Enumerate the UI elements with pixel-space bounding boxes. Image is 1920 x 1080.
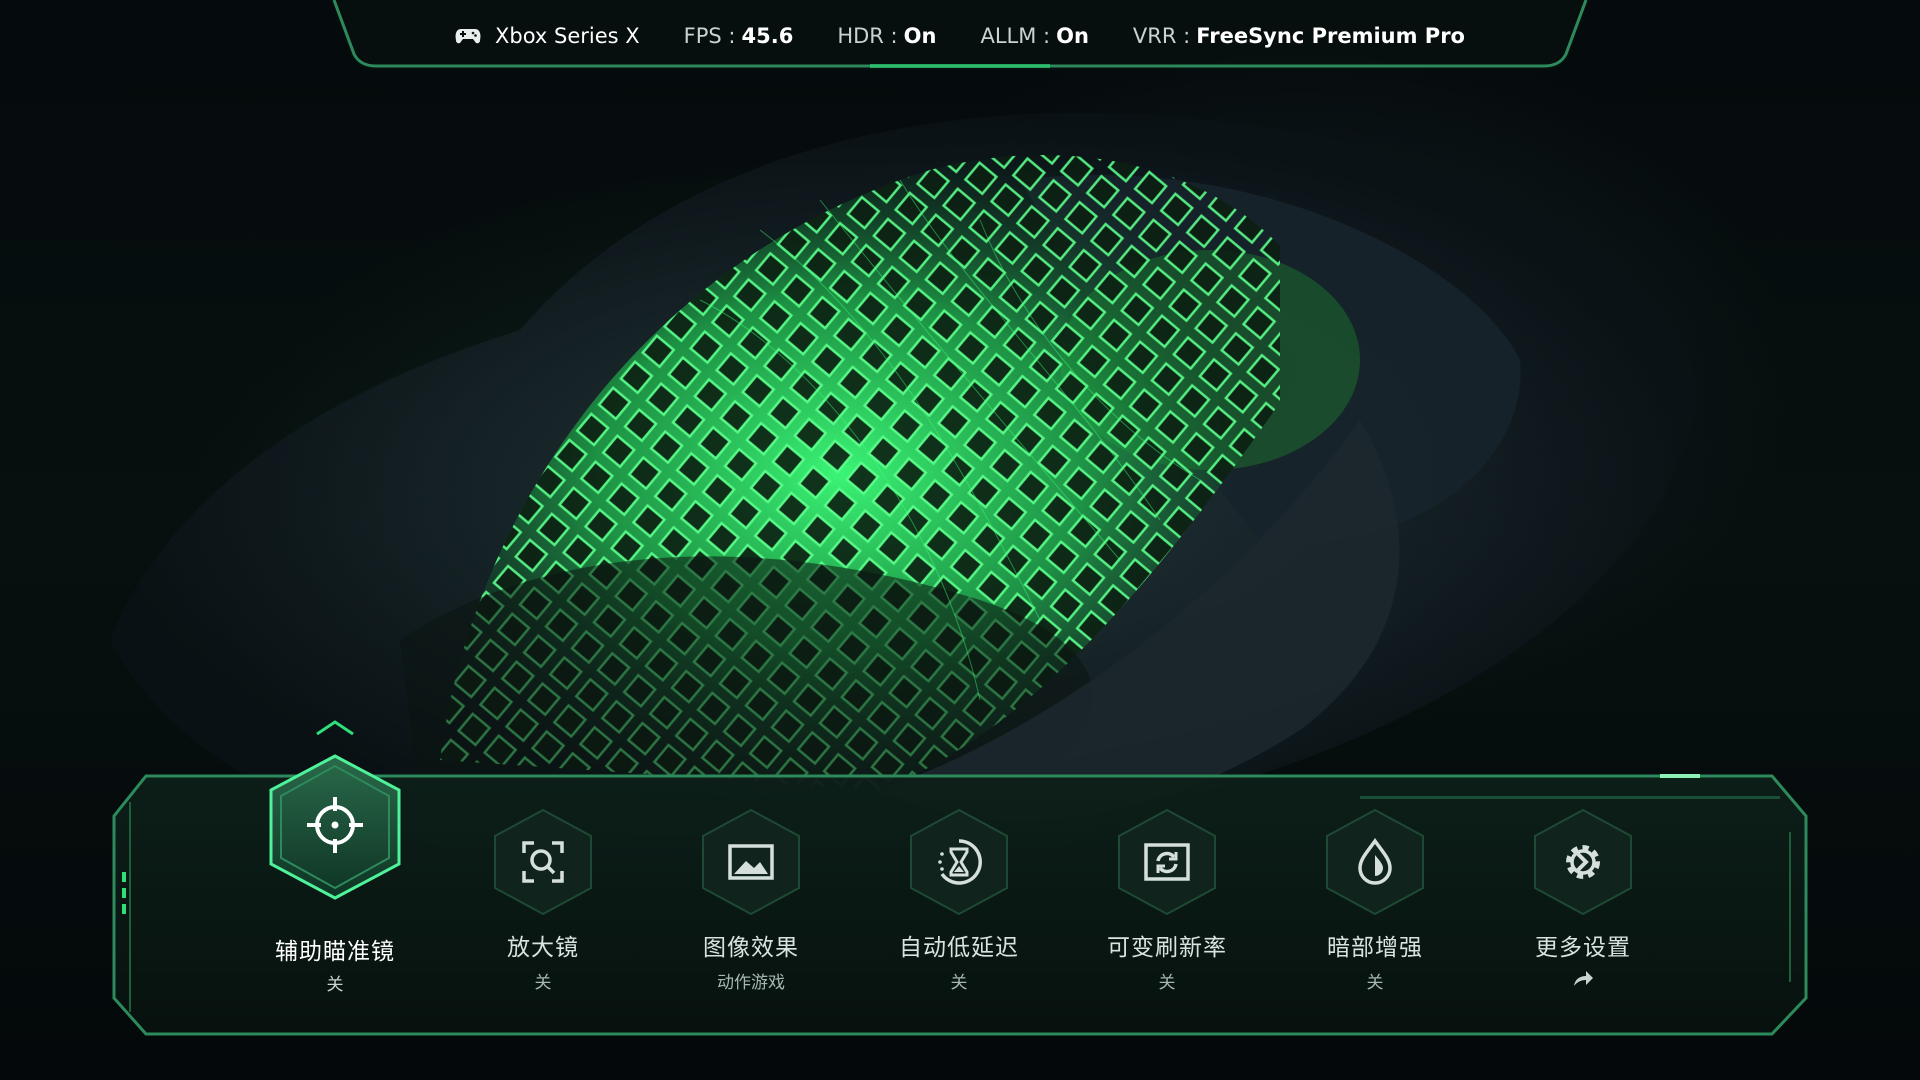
quick-settings-panel: 辅助瞄准镜 关 放大镜 关 图像效果 动作游戏 自动低延迟 关 可变刷新率 关 … [110,720,1810,1038]
menu-item-label: 放大镜 [507,935,579,961]
crosshair-icon [307,797,363,853]
hdr-label: HDR : [837,24,898,48]
magnifier-icon [522,841,564,883]
allm-label: ALLM : [980,24,1051,48]
device-name: Xbox Series X [495,24,640,48]
gear-icon [1566,845,1600,879]
menu-item-aim-assist[interactable]: 辅助瞄准镜 关 [235,720,435,1038]
menu-item-magnifier[interactable]: 放大镜 关 [443,772,643,1038]
hdr-value: On [903,24,937,48]
menu-item-auto-low-latency[interactable]: 自动低延迟 关 [859,772,1059,1038]
hdr-indicator: HDR : On [837,24,936,48]
refresh-icon [1144,843,1190,881]
menu-item-label: 暗部增强 [1327,935,1423,961]
menu-item-status: 关 [950,973,968,993]
status-bar: Xbox Series X FPS : 45.6 HDR : On ALLM :… [330,0,1590,72]
fps-value: 45.6 [741,24,794,48]
allm-indicator: ALLM : On [980,24,1088,48]
caret-up-icon [316,720,354,736]
forward-arrow-icon [1574,971,1593,986]
device-indicator: Xbox Series X [455,24,640,48]
menu-item-status: 关 [1366,973,1384,993]
magnifier-hex [491,806,595,918]
menu-item-more-settings[interactable]: 更多设置 [1483,772,1683,1038]
menu-item-label: 可变刷新率 [1107,935,1227,961]
menu-item-label: 自动低延迟 [899,935,1019,961]
quick-settings-menu: 辅助瞄准镜 关 放大镜 关 图像效果 动作游戏 自动低延迟 关 可变刷新率 关 … [110,720,1810,1038]
fps-label: FPS : [683,24,736,48]
hourglass-icon [938,839,982,885]
menu-item-label: 辅助瞄准镜 [275,939,395,965]
menu-item-label: 更多设置 [1535,935,1631,961]
fps-indicator: FPS : 45.6 [684,24,794,48]
menu-item-variable-refresh-rate[interactable]: 可变刷新率 关 [1067,772,1267,1038]
menu-item-label: 图像效果 [703,935,799,961]
droplet-icon [1358,837,1392,885]
droplet-hex [1323,806,1427,918]
image-hex [699,806,803,918]
crosshair-hex [265,752,405,902]
menu-item-status: 关 [326,975,344,995]
menu-item-status: 关 [534,973,552,993]
vrr-label: VRR : [1132,24,1191,48]
menu-item-status: 关 [1158,973,1176,993]
vrr-value: FreeSync Premium Pro [1196,24,1465,48]
menu-item-status: 动作游戏 [717,973,785,993]
allm-value: On [1056,24,1089,48]
image-icon [728,844,774,880]
gear-hex [1531,806,1635,918]
hourglass-hex [907,806,1011,918]
vrr-indicator: VRR : FreeSync Premium Pro [1133,24,1465,48]
menu-item-dark-enhance[interactable]: 暗部增强 关 [1275,772,1475,1038]
menu-item-image-effect[interactable]: 图像效果 动作游戏 [651,772,851,1038]
refresh-hex [1115,806,1219,918]
gamepad-icon [455,29,481,44]
